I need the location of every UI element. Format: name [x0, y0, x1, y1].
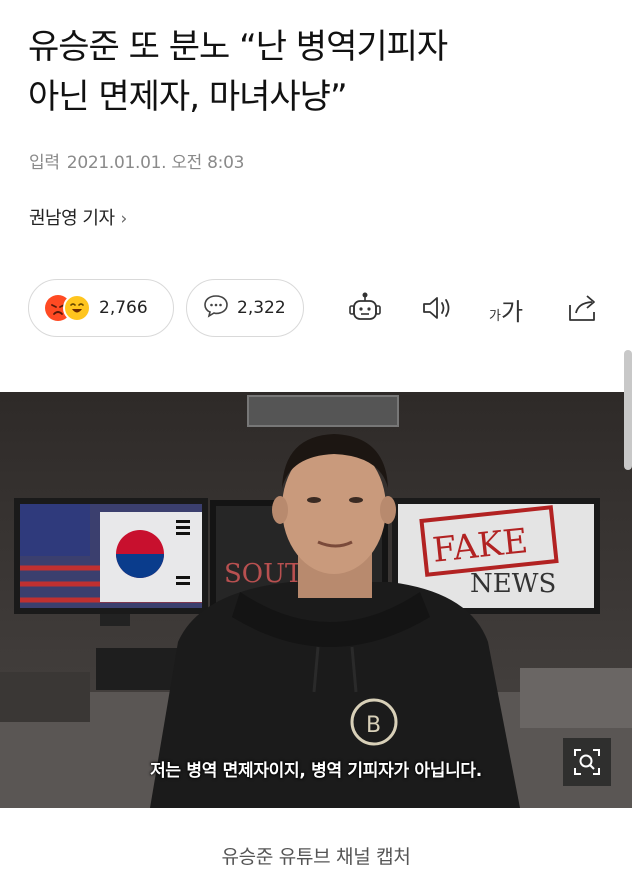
article-headline: 유승준 또 분노 “난 병역기피자 아닌 면제자, 마녀사냥”	[28, 22, 618, 122]
headline-line-2: 아닌 면제자, 마녀사냥”	[28, 77, 348, 117]
photo-zoom-button[interactable]	[563, 738, 611, 786]
video-subtitle: 저는 병역 면제자이지, 병역 기피자가 아닙니다.	[150, 761, 482, 781]
read-aloud-button[interactable]	[417, 288, 457, 328]
photo-caption: 유승준 유튜브 채널 캡처	[221, 846, 411, 868]
speaker-icon	[423, 297, 450, 319]
photo-scene: SOUT FAKE NEWS B	[0, 392, 632, 808]
share-button[interactable]	[563, 288, 603, 328]
font-size-large-glyph: 가	[500, 298, 524, 326]
comment-count: 2,322	[237, 298, 286, 318]
zoom-icon	[574, 749, 600, 775]
chevron-right-icon: ›	[120, 209, 128, 229]
reporter-link[interactable]: 권남영 기자 ›	[29, 204, 127, 230]
news-text: NEWS	[470, 569, 556, 599]
publish-info: 입력 2021.01.01. 오전 8:03	[29, 148, 244, 173]
published-label: 입력	[29, 153, 60, 173]
article-photo[interactable]: SOUT FAKE NEWS B 저는 병역 면제자이지, 병역 기피자가 아닙…	[0, 392, 632, 808]
scrollbar-thumb[interactable]	[624, 350, 632, 470]
reaction-count: 2,766	[99, 298, 148, 318]
headline-line-1: 유승준 또 분노 “난 병역기피자	[28, 27, 448, 67]
font-size-small-glyph: 가	[489, 309, 501, 324]
reaction-button[interactable]: 2,766	[28, 279, 174, 337]
comment-button[interactable]: 2,322	[186, 279, 304, 337]
reporter-name: 권남영 기자	[29, 208, 115, 229]
svg-text:B: B	[366, 713, 381, 738]
published-date: 2021.01.01. 오전 8:03	[66, 153, 245, 173]
font-size-button[interactable]: 가가	[489, 292, 523, 327]
comment-bubble-icon	[203, 294, 229, 322]
share-icon	[569, 295, 595, 321]
robot-summary-icon	[349, 292, 381, 320]
robot-summary-button[interactable]	[345, 288, 385, 328]
laugh-emoji-icon	[63, 294, 91, 322]
